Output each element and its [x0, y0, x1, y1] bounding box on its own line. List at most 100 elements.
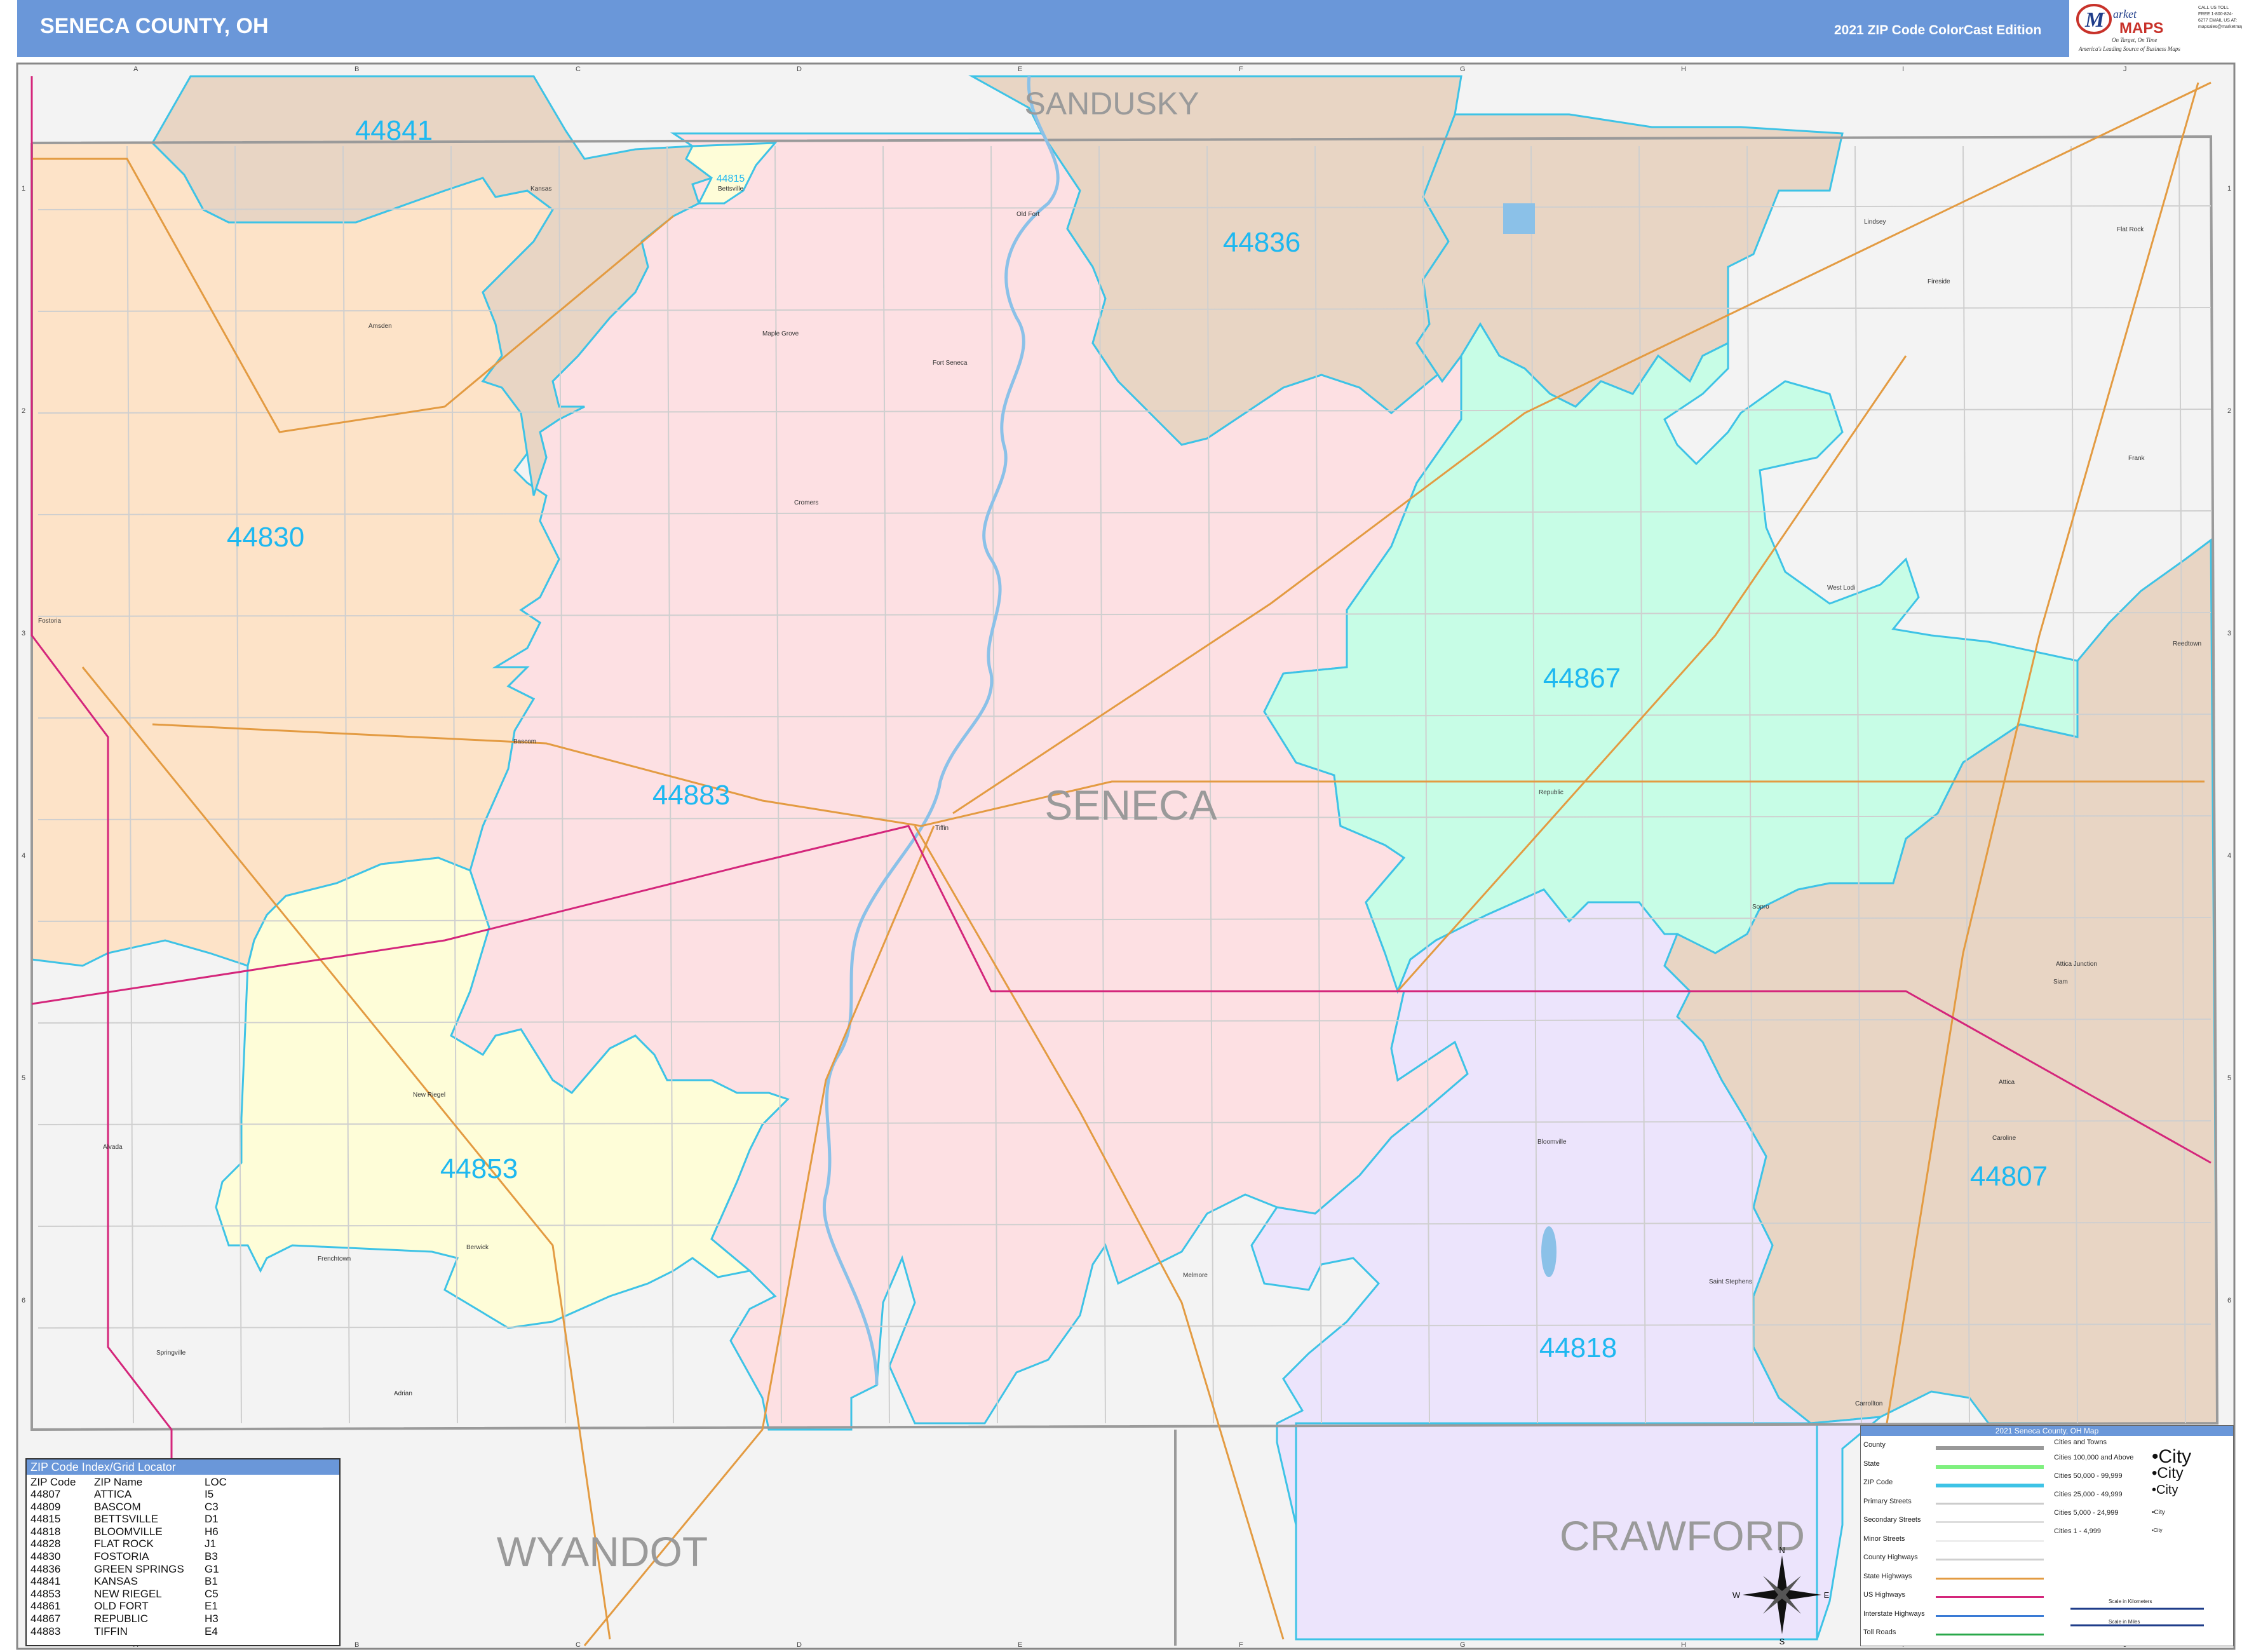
compass-e: E	[1824, 1590, 1830, 1600]
county-label-seneca: SENECA	[1044, 782, 1217, 829]
index-loc: J1	[205, 1538, 216, 1550]
zip-map: AABBCCDDEEFFGGHHIIJJ112233445566	[16, 62, 2236, 1650]
index-loc: B1	[205, 1575, 218, 1588]
index-name: BLOOMVILLE	[94, 1525, 163, 1538]
town-label: Melmore	[1183, 1272, 1208, 1279]
town-label: Siam	[2053, 978, 2068, 985]
legend-item-label: County	[1863, 1441, 1886, 1449]
lake	[1541, 1226, 1557, 1277]
legend-city-label: Cities 50,000 - 99,999	[2054, 1472, 2123, 1480]
town-label: Frank	[2128, 455, 2145, 462]
index-row: 44815 BETTSVILLE D1	[27, 1513, 339, 1526]
legend-item-label: US Highways	[1863, 1591, 1906, 1599]
legend-item-label: County Highways	[1863, 1554, 1918, 1561]
grid-row-label: 6	[2227, 1297, 2231, 1304]
index-rows: 44807 ATTICA I5 44809 BASCOM C3 44815 BETTSVILL…	[27, 1488, 339, 1637]
legend-city-label: Cities 100,000 and Above	[2054, 1454, 2134, 1461]
town-label: Reedtown	[2173, 640, 2201, 647]
grid-col-label: E	[1018, 1641, 1022, 1649]
index-loc: C5	[205, 1587, 219, 1600]
town-label: Frenchtown	[318, 1256, 351, 1263]
index-row: 44807 ATTICA I5	[27, 1488, 339, 1501]
index-name: ATTICA	[94, 1488, 132, 1500]
town-label: Maple Grove	[762, 330, 799, 337]
county-label-crawford: CRAWFORD	[1560, 1512, 1805, 1559]
grid-row-label: 3	[22, 630, 25, 637]
legend-city-label: Cities 1 - 4,999	[2054, 1527, 2101, 1535]
index-zip: 44867	[30, 1612, 61, 1625]
index-name: OLD FORT	[94, 1600, 149, 1613]
grid-row-label: 4	[22, 852, 25, 860]
grid-row-label: 3	[2227, 630, 2231, 637]
legend-city-sample: •City	[2152, 1509, 2165, 1516]
grid-col-label: F	[1239, 65, 1243, 73]
town-label: Cromers	[794, 499, 818, 506]
index-header-name: ZIP Name	[94, 1476, 143, 1488]
town-label: Alvada	[103, 1144, 123, 1151]
grid-col-label: D	[797, 1641, 802, 1649]
legend-line-sample	[1936, 1559, 2044, 1561]
index-row: 44867 REPUBLIC H3	[27, 1613, 339, 1625]
legend-item-label: Interstate Highways	[1863, 1609, 1925, 1618]
legend-line-sample	[1936, 1465, 2044, 1469]
grid-col-label: E	[1018, 65, 1022, 73]
grid-col-label: G	[1460, 65, 1466, 73]
legend-city-sample: •City	[2152, 1483, 2178, 1497]
town-label: Fireside	[1928, 278, 1950, 285]
index-row: 44828 FLAT ROCK J1	[27, 1538, 339, 1550]
index-zip: 44828	[30, 1538, 61, 1550]
town-label: Springville	[156, 1350, 186, 1357]
legend-scale-km: Scale in Kilometers	[2109, 1599, 2152, 1604]
index-header-zip: ZIP Code	[30, 1476, 76, 1488]
county-label-sandusky: SANDUSKY	[1024, 86, 1199, 121]
index-row: 44841 KANSAS B1	[27, 1575, 339, 1588]
legend-city-label: Cities 25,000 - 49,999	[2054, 1491, 2123, 1498]
grid-col-label: C	[576, 1641, 581, 1649]
index-name: NEW RIEGEL	[94, 1587, 162, 1600]
legend-item-label: ZIP Code	[1863, 1479, 1893, 1486]
county-label-wyandot: WYANDOT	[497, 1528, 708, 1575]
index-loc: E1	[205, 1600, 218, 1613]
legend-line-sample	[1936, 1596, 2044, 1598]
grid-col-label: G	[1460, 1641, 1466, 1649]
town-label: Fort Seneca	[933, 360, 968, 367]
legend-item-label: State	[1863, 1459, 1880, 1468]
index-zip: 44883	[30, 1625, 61, 1637]
index-loc: E4	[205, 1625, 218, 1637]
grid-col-label: I	[1902, 65, 1904, 73]
town-label: Fostoria	[38, 618, 62, 625]
town-label: New Riegel	[413, 1092, 445, 1099]
grid-col-label: B	[355, 65, 359, 73]
legend-line-sample	[1936, 1484, 2044, 1487]
index-loc: I5	[205, 1488, 214, 1500]
grid-col-label: D	[797, 65, 802, 73]
town-label: Kansas	[530, 186, 551, 193]
town-label: Bascom	[513, 738, 536, 745]
grid-row-label: 2	[22, 407, 25, 415]
index-zip: 44818	[30, 1525, 61, 1538]
index-row: 44883 TIFFIN E4	[27, 1625, 339, 1638]
index-name: GREEN SPRINGS	[94, 1562, 184, 1575]
zip-label-44867: 44867	[1543, 663, 1621, 694]
grid-col-label: J	[2123, 65, 2127, 73]
index-zip: 44836	[30, 1562, 61, 1575]
lake	[1503, 203, 1535, 234]
town-label: Caroline	[1992, 1135, 2016, 1142]
town-label: Bloomville	[1537, 1139, 1567, 1146]
grid-row-label: 1	[22, 185, 25, 193]
scale-bars	[2070, 1608, 2204, 1627]
grid-row-label: 4	[2227, 852, 2231, 860]
legend-item-label: Minor Streets	[1863, 1534, 1905, 1543]
zip-label-44841: 44841	[355, 115, 433, 146]
index-zip: 44815	[30, 1513, 61, 1526]
legend-line-sample	[1936, 1634, 2044, 1635]
grid-col-label: H	[1681, 65, 1686, 73]
legend-cities-header: Cities and Towns	[2054, 1439, 2107, 1446]
town-label: Lindsey	[1864, 219, 1886, 226]
zip-index-table: ZIP Code Index/Grid Locator ZIP Code ZIP…	[25, 1458, 341, 1646]
legend-city-sample: •City	[2152, 1465, 2184, 1482]
index-loc: C3	[205, 1500, 219, 1513]
compass-n: N	[1779, 1545, 1785, 1555]
index-name: TIFFIN	[94, 1625, 128, 1637]
town-label: Attica Junction	[2056, 961, 2097, 968]
